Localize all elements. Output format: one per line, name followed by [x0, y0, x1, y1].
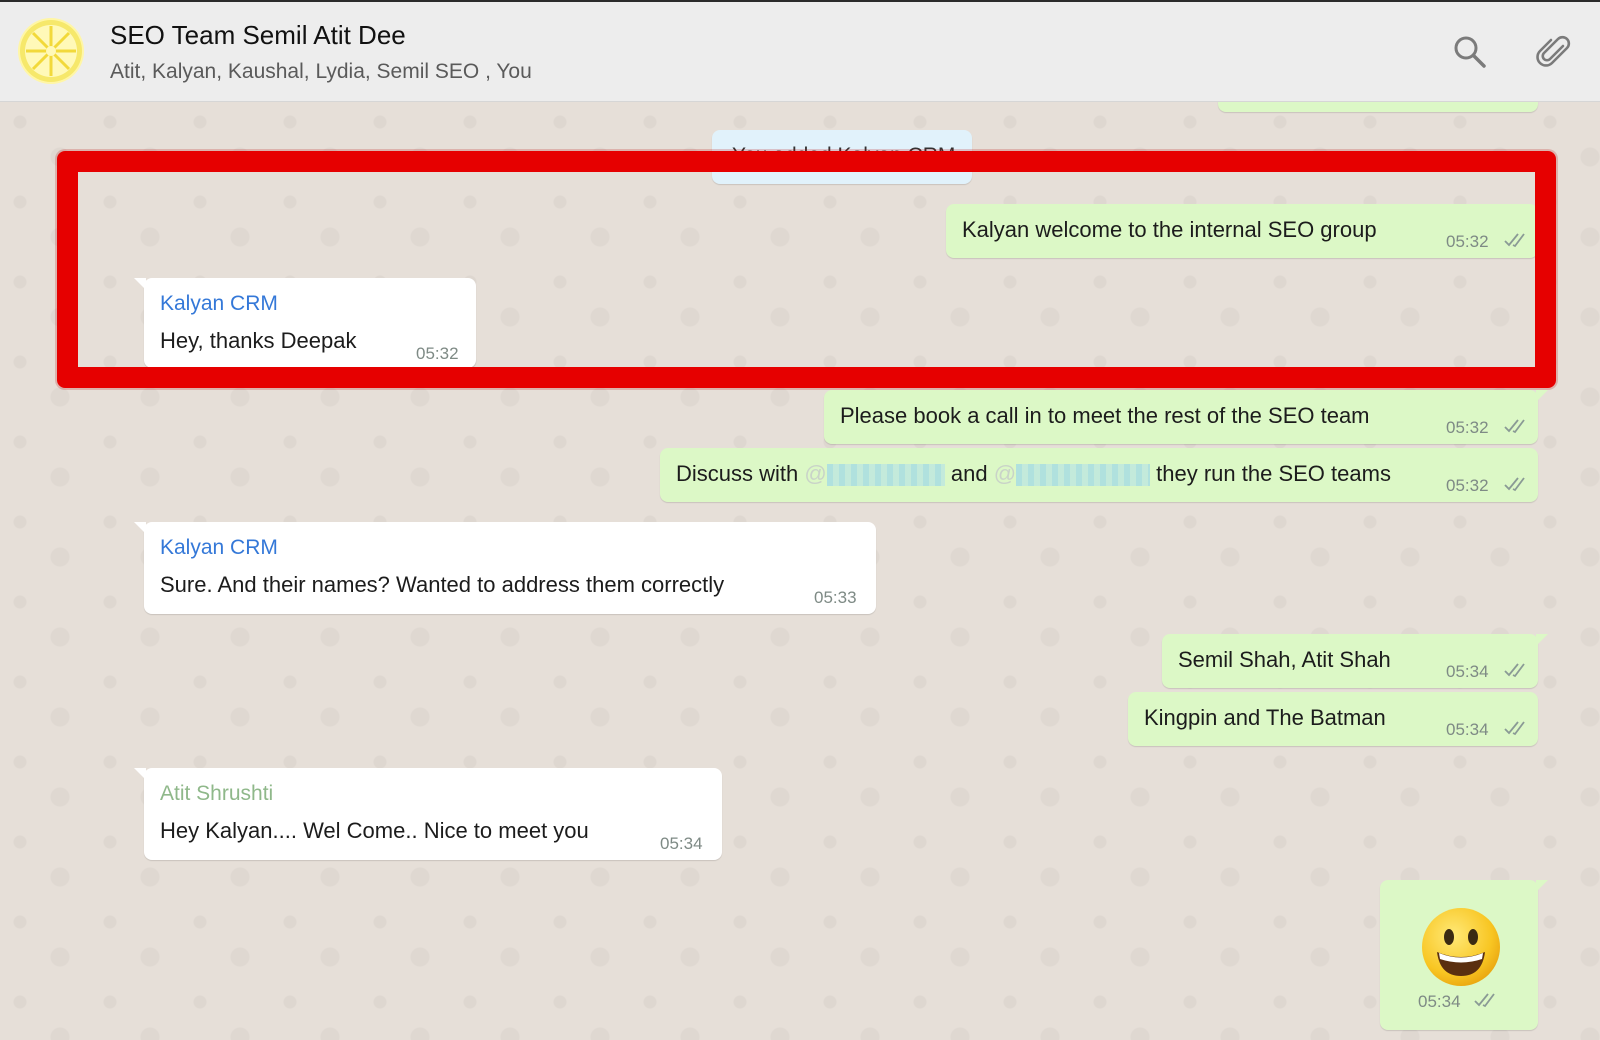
bubble-tail [134, 522, 146, 534]
message-text: Kingpin and The Batman [1144, 705, 1386, 730]
lemon-slice-icon [20, 20, 82, 82]
message-bubble-outgoing[interactable]: Please book a call in to meet the rest o… [824, 390, 1548, 444]
bubble-tail [1536, 390, 1548, 402]
grinning-face-icon [1422, 908, 1500, 986]
chat-header: SEO Team Semil Atit Dee Atit, Kalyan, Ka… [0, 0, 1600, 102]
mention-prefix: @ [993, 461, 1017, 486]
bubble-tail [1536, 880, 1548, 892]
message-bubble-incoming[interactable]: Kalyan CRM Sure. And their names? Wanted… [134, 522, 876, 614]
message-text-start: Discuss with [676, 461, 799, 486]
sender-name[interactable]: Atit Shrushti [160, 782, 273, 806]
message-bubble-outgoing-emoji[interactable]: 05:34 [1380, 880, 1548, 1030]
message-text: Sure. And their names? Wanted to address… [160, 572, 725, 597]
message-bubble-outgoing[interactable]: Semil Shah, Atit Shah 05:34 [1162, 634, 1548, 688]
double-check-icon [1504, 419, 1525, 434]
group-title[interactable]: SEO Team Semil Atit Dee [110, 20, 406, 51]
search-icon[interactable] [1452, 34, 1488, 70]
mention-redacted[interactable] [826, 464, 945, 487]
message-time: 05:34 [1418, 992, 1461, 1011]
message-text-end: they run the SEO teams [1156, 461, 1391, 486]
message-text: Semil Shah, Atit Shah [1178, 647, 1391, 672]
double-check-icon [1504, 721, 1525, 736]
message-time: 05:34 [660, 834, 703, 853]
highlight-box [57, 151, 1556, 388]
mention-redacted[interactable] [1016, 464, 1151, 487]
double-check-icon [1504, 477, 1525, 492]
paperclip-icon[interactable] [1536, 34, 1572, 70]
message-time: 05:34 [1446, 720, 1489, 739]
mention-prefix: @ [804, 461, 827, 486]
double-check-icon [1474, 993, 1495, 1008]
message-bubble-outgoing[interactable]: Discuss with @ and @ they run the SEO te… [660, 448, 1538, 502]
message-text: Discuss with @ and @ they run the SEO te… [676, 461, 1391, 487]
message-time: 05:33 [814, 588, 857, 607]
group-avatar[interactable] [18, 18, 84, 84]
bubble-tail [134, 768, 146, 780]
message-text: Please book a call in to meet the rest o… [840, 403, 1370, 428]
group-participants[interactable]: Atit, Kalyan, Kaushal, Lydia, Semil SEO … [110, 60, 532, 84]
sender-name[interactable]: Kalyan CRM [160, 536, 278, 560]
message-bubble-outgoing[interactable]: Kingpin and The Batman 05:34 [1128, 692, 1538, 746]
message-time: 05:32 [1446, 476, 1489, 495]
message-bubble-cutoff [1218, 102, 1538, 112]
bubble-tail [1536, 634, 1548, 646]
message-bubble-incoming[interactable]: Atit Shrushti Hey Kalyan.... Wel Come.. … [134, 768, 722, 860]
message-text-and: and [950, 461, 988, 486]
message-time: 05:34 [1446, 662, 1489, 681]
double-check-icon [1504, 663, 1525, 678]
message-text: Hey Kalyan.... Wel Come.. Nice to meet y… [160, 818, 589, 843]
message-time: 05:32 [1446, 418, 1489, 437]
